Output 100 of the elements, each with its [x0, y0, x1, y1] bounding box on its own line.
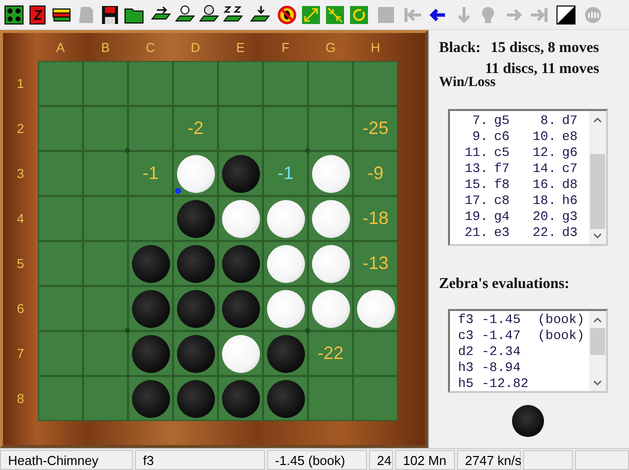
opponent-score: 11 discs, 11 moves	[485, 61, 600, 77]
contract-icon[interactable]	[324, 4, 346, 26]
column-label: H	[370, 38, 382, 56]
status-field: f3	[135, 450, 265, 470]
move-number: 7.	[472, 113, 488, 129]
move-number: 9.	[472, 129, 488, 145]
dice-icon[interactable]	[3, 4, 25, 26]
eval-move: f3	[458, 312, 474, 328]
board-square[interactable]: -25	[353, 106, 398, 151]
move-number: 22.	[532, 225, 556, 241]
win-loss-label: Win/Loss	[439, 75, 497, 91]
eval-score: -12.82	[482, 376, 530, 392]
evaluation-row[interactable]: h3 -8.94	[450, 360, 589, 376]
board-square[interactable]: -9	[353, 151, 398, 196]
move-text: g5	[493, 113, 510, 129]
row-label: 5	[16, 255, 26, 273]
eval-note: (book)	[538, 312, 584, 328]
eval-note: (book)	[538, 328, 584, 344]
evaluation-row[interactable]: h5 -12.82	[450, 376, 589, 392]
column-label: A	[55, 38, 66, 56]
move-number: 20.	[532, 209, 556, 225]
column-label: E	[235, 38, 246, 56]
move-text: g6	[561, 145, 578, 161]
evaluation-row[interactable]: f3 -1.45 (book)	[450, 312, 589, 328]
eval-score: -8.94	[482, 360, 522, 376]
scrollbar[interactable]	[589, 311, 606, 391]
floppy-icon[interactable]	[99, 4, 121, 26]
row-label: 6	[16, 300, 26, 318]
row-label: 1	[16, 75, 26, 93]
move-evaluation: -22	[317, 343, 344, 364]
column-label: C	[144, 38, 156, 56]
move-number: 8.	[540, 113, 556, 129]
move-number: 21.	[464, 225, 488, 241]
move-text: d8	[561, 177, 578, 193]
side-to-move-disc	[512, 405, 544, 437]
rotate-icon[interactable]	[348, 4, 370, 26]
board-square[interactable]: -18	[353, 196, 398, 241]
board-square[interactable]: -22	[308, 331, 353, 376]
status-field: 2747 kn/s	[457, 450, 521, 470]
move-number: 14.	[532, 161, 556, 177]
evaluations-heading: Zebra's evaluations:	[439, 276, 570, 293]
row-label: 8	[16, 390, 26, 408]
board-square[interactable]	[173, 151, 218, 196]
move-evaluation: -18	[362, 208, 388, 229]
eval-move: c3	[458, 328, 474, 344]
eval-score: -2.34	[482, 344, 522, 360]
move-evaluation: -9	[367, 163, 384, 184]
move-number: 18.	[532, 193, 556, 209]
move-number: 19.	[464, 209, 488, 225]
move-number: 12.	[532, 145, 556, 161]
status-field: 102 Mn	[395, 450, 455, 470]
disc	[176, 154, 214, 192]
column-label: G	[324, 38, 337, 56]
move-text: e3	[493, 225, 510, 241]
eval-score: -1.47	[482, 328, 522, 344]
player-label: Black:	[439, 40, 481, 57]
row-label: 3	[16, 165, 26, 183]
move-evaluation: -1	[142, 163, 158, 184]
move-evaluation: -13	[362, 253, 388, 274]
status-field: 24	[369, 450, 393, 470]
status-field: -1.45 (book)	[267, 450, 367, 470]
move-text: d3	[561, 225, 578, 241]
move-number: 16.	[532, 177, 556, 193]
evaluation-row[interactable]: c3 -1.47 (book)	[450, 328, 589, 344]
move-number: 17.	[464, 193, 488, 209]
board-square[interactable]: -13	[353, 241, 398, 286]
column-label: F	[280, 38, 290, 56]
board-square[interactable]: -1	[128, 151, 173, 196]
move-text: h6	[561, 193, 578, 209]
move-text: e8	[561, 129, 578, 145]
eval-move: d2	[458, 344, 474, 360]
eval-score: -1.45	[482, 312, 522, 328]
move-text: g4	[493, 209, 510, 225]
eval-move: h5	[458, 376, 474, 392]
move-text: g3	[561, 209, 578, 225]
column-label: B	[100, 38, 111, 56]
move-evaluation: -1	[277, 163, 294, 184]
move-text: d7	[561, 113, 578, 129]
evaluation-row[interactable]: d2 -2.34	[450, 344, 589, 360]
row-label: 7	[16, 345, 26, 363]
row-label: 2	[16, 120, 26, 138]
no-sign-icon[interactable]	[276, 4, 298, 26]
move-number: 10.	[532, 129, 556, 145]
column-label: D	[190, 38, 202, 56]
player-score: 15 discs, 8 moves	[490, 40, 600, 57]
move-text: f7	[493, 161, 510, 177]
move-number: 11.	[464, 145, 488, 161]
scrollbar[interactable]	[589, 111, 606, 244]
move-number: 15.	[464, 177, 488, 193]
move-text: c6	[493, 129, 510, 145]
board-square[interactable]: -1	[263, 151, 308, 196]
contrast-icon[interactable]	[555, 4, 577, 26]
move-text: c5	[493, 145, 510, 161]
move-evaluation: -25	[362, 118, 388, 139]
move-number: 13.	[464, 161, 488, 177]
move-text: c7	[561, 161, 578, 177]
eval-move: h3	[458, 360, 474, 376]
move-text: c8	[493, 193, 510, 209]
board-square[interactable]: -2	[173, 106, 218, 151]
move-text: f8	[493, 177, 510, 193]
